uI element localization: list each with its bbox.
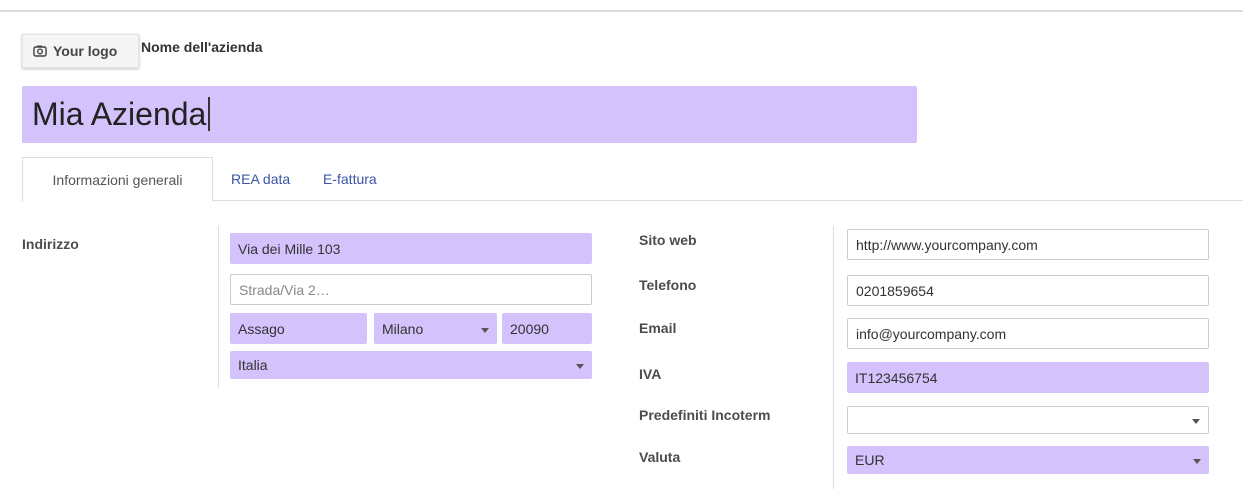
zip-value: 20090 [510,320,549,337]
country-select[interactable]: Italia [230,351,592,379]
country-value: Italia [238,357,268,373]
logo-label: Your logo [53,43,118,59]
zip-input[interactable]: 20090 [502,313,592,344]
tab-e-fattura[interactable]: E-fattura [323,157,377,201]
caret-down-icon [1192,419,1200,424]
city-input[interactable]: Assago [230,313,367,344]
company-name-value: Mia Azienda [32,96,207,132]
state-select[interactable]: Milano [374,313,497,344]
camera-icon [33,44,47,58]
address-divider [218,226,219,388]
street2-placeholder: Strada/Via 2… [239,281,330,298]
text-cursor [208,97,211,131]
vat-value: IT123456754 [855,369,938,386]
website-value: http://www.yourcompany.com [856,236,1038,253]
right-divider [833,226,834,489]
top-divider [0,10,1243,12]
currency-value: EUR [855,452,885,468]
logo-upload-button[interactable]: Your logo [22,34,139,68]
phone-input[interactable]: 0201859654 [847,275,1209,306]
incoterm-label: Predefiniti Incoterm [639,407,771,423]
caret-down-icon [481,327,489,333]
incoterm-select[interactable] [847,406,1209,434]
website-input[interactable]: http://www.yourcompany.com [847,229,1209,260]
currency-select[interactable]: EUR [847,446,1209,474]
website-label: Sito web [639,232,697,248]
address-label: Indirizzo [22,236,79,252]
street-input[interactable]: Via dei Mille 103 [230,233,592,264]
tab-informazioni-generali[interactable]: Informazioni generali [22,157,213,202]
phone-value: 0201859654 [856,282,934,299]
company-name-input[interactable]: Mia Azienda [22,86,917,143]
caret-down-icon [576,364,584,369]
city-value: Assago [238,320,285,337]
company-name-label: Nome dell'azienda [141,39,263,55]
street2-input[interactable]: Strada/Via 2… [230,274,592,305]
vat-input[interactable]: IT123456754 [847,362,1209,393]
phone-label: Telefono [639,277,697,293]
currency-label: Valuta [639,449,681,465]
state-value: Milano [382,320,424,337]
tab-rea-data[interactable]: REA data [231,157,290,201]
email-value: info@yourcompany.com [856,325,1007,342]
caret-down-icon [1193,459,1201,464]
email-label: Email [639,320,677,336]
vat-label: IVA [639,366,662,382]
tab-bar: Informazioni generali REA data E-fattura [22,157,1243,202]
email-input[interactable]: info@yourcompany.com [847,318,1209,349]
street-value: Via dei Mille 103 [238,240,341,257]
